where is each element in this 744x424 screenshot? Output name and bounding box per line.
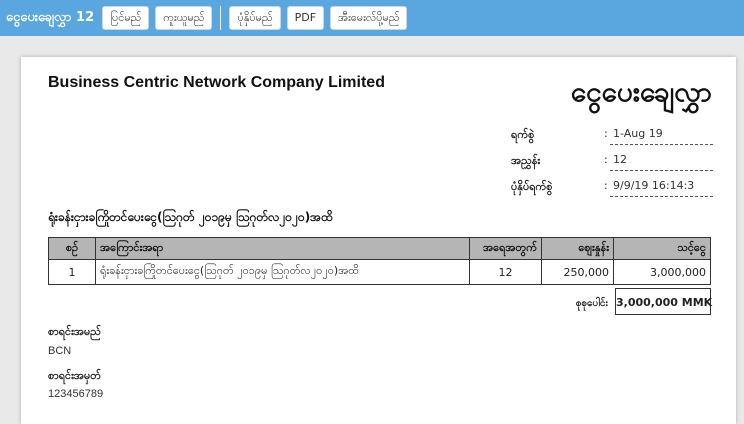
invoice-document: Business Centric Network Company Limited…	[21, 57, 736, 424]
meta-colon: :	[604, 127, 608, 140]
document-meta: ရက်စွဲ : 1-Aug 19 အညွှန်း : 12 ပုံနှိပ်ရ…	[511, 125, 713, 203]
top-toolbar: ငွေပေးချေလွှာ 12 ပြင်မည် ကူးယူမည် ပုံနှိ…	[0, 0, 744, 36]
col-header-description: အကြောင်းအရာ	[95, 237, 470, 260]
pdf-button[interactable]: PDF	[286, 6, 325, 30]
invoice-subject: ရုံးခန်းငှားခကြိုတင်ပေးငွေ(ဩဂုတ် ၂၀၁၉မှ …	[48, 210, 333, 224]
toolbar-divider	[220, 6, 222, 30]
document-title: ငွေပေးချေလွှာ	[570, 75, 712, 108]
cell-quantity: 12	[469, 259, 542, 285]
meta-row-date: ရက်စွဲ : 1-Aug 19	[511, 125, 713, 151]
total-row: စုစုပေါင်း 3,000,000 MMK	[48, 287, 712, 317]
print-button[interactable]: ပုံနှိပ်မည်	[229, 6, 281, 30]
meta-label: အညွှန်း	[511, 154, 541, 167]
table-header-row: စဉ် အကြောင်းအရာ အရေအတွက် ဈေးနှုန်း သင့်င…	[48, 237, 711, 260]
cell-description: ရုံးခန်းငှားခကြိုတင်ပေးငွေ(ဩဂုတ် ၂၀၁၉မှ …	[95, 259, 470, 285]
email-button[interactable]: အီးမေးလ်ပို့မည်	[330, 6, 408, 30]
total-value: 3,000,000 MMK	[615, 288, 712, 315]
items-table: စဉ် အကြောင်းအရာ အရေအတွက် ဈေးနှုန်း သင့်င…	[48, 237, 711, 285]
col-header-amount: သင့်ငွေ	[613, 237, 711, 260]
company-name: Business Centric Network Company Limited	[48, 74, 385, 91]
meta-row-print-date: ပုံနှိပ်ရက်စွဲ : 9/9/19 16:14:3	[511, 177, 713, 203]
toolbar-title: ငွေပေးချေလွှာ 12	[6, 9, 95, 25]
meta-value-reference: 12	[610, 153, 713, 171]
meta-value-date: 1-Aug 19	[610, 127, 713, 145]
account-name-label: စာရင်းအမည်	[48, 325, 101, 338]
cell-amount: 3,000,000	[613, 259, 711, 285]
account-number-label: စာရင်းအမှတ်	[48, 369, 102, 382]
cell-no: 1	[48, 259, 96, 285]
table-row: 1 ရုံးခန်းငှားခကြိုတင်ပေးငွေ(ဩဂုတ် ၂၀၁၉မ…	[48, 259, 711, 285]
copy-button[interactable]: ကူးယူမည်	[155, 6, 213, 30]
col-header-price: ဈေးနှုန်း	[541, 237, 614, 260]
account-name-value: BCN	[48, 345, 72, 357]
account-number-value: 123456789	[48, 388, 104, 400]
col-header-no: စဉ်	[48, 237, 96, 260]
col-header-quantity: အရေအတွက်	[469, 237, 542, 260]
meta-label: ရက်စွဲ	[511, 128, 535, 141]
meta-row-reference: အညွှန်း : 12	[511, 151, 713, 177]
meta-colon: :	[604, 179, 608, 192]
meta-value-print-date: 9/9/19 16:14:3	[610, 179, 713, 197]
cell-price: 250,000	[541, 259, 614, 285]
meta-label: ပုံနှိပ်ရက်စွဲ	[511, 180, 553, 193]
edit-button[interactable]: ပြင်မည်	[102, 6, 150, 30]
total-label: စုစုပေါင်း	[575, 298, 608, 309]
meta-colon: :	[604, 153, 608, 166]
